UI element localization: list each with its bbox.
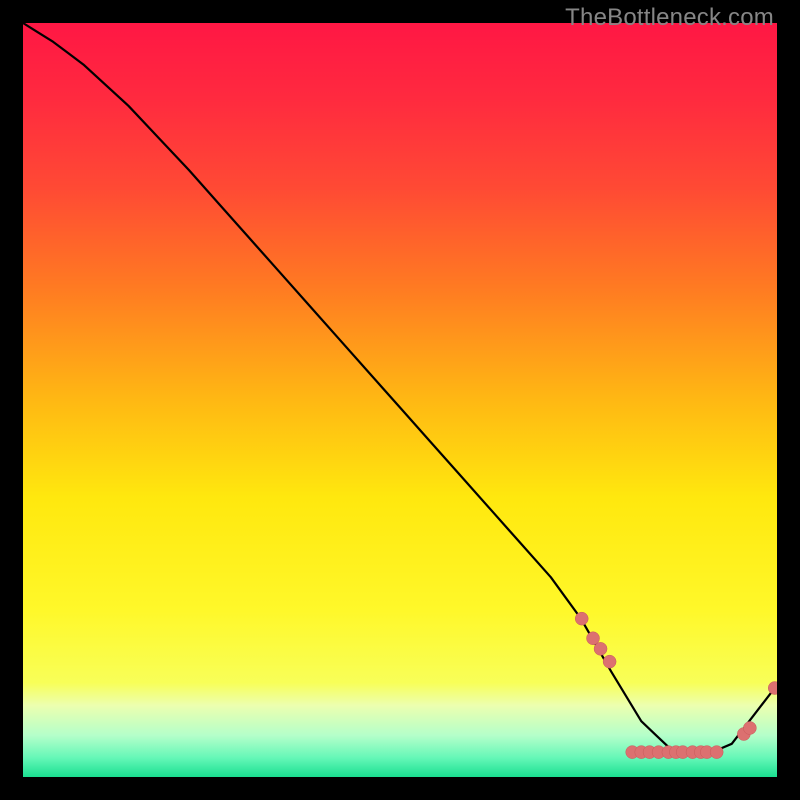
- watermark-text: TheBottleneck.com: [565, 4, 774, 32]
- chart-container: { "watermark": "TheBottleneck.com", "col…: [0, 0, 800, 800]
- data-point: [594, 642, 607, 655]
- data-point: [743, 721, 756, 734]
- gradient-background: [23, 23, 777, 777]
- chart-svg: [23, 23, 777, 777]
- data-point: [603, 655, 616, 668]
- data-point: [710, 746, 723, 759]
- data-point: [575, 612, 588, 625]
- plot-area: [23, 23, 777, 777]
